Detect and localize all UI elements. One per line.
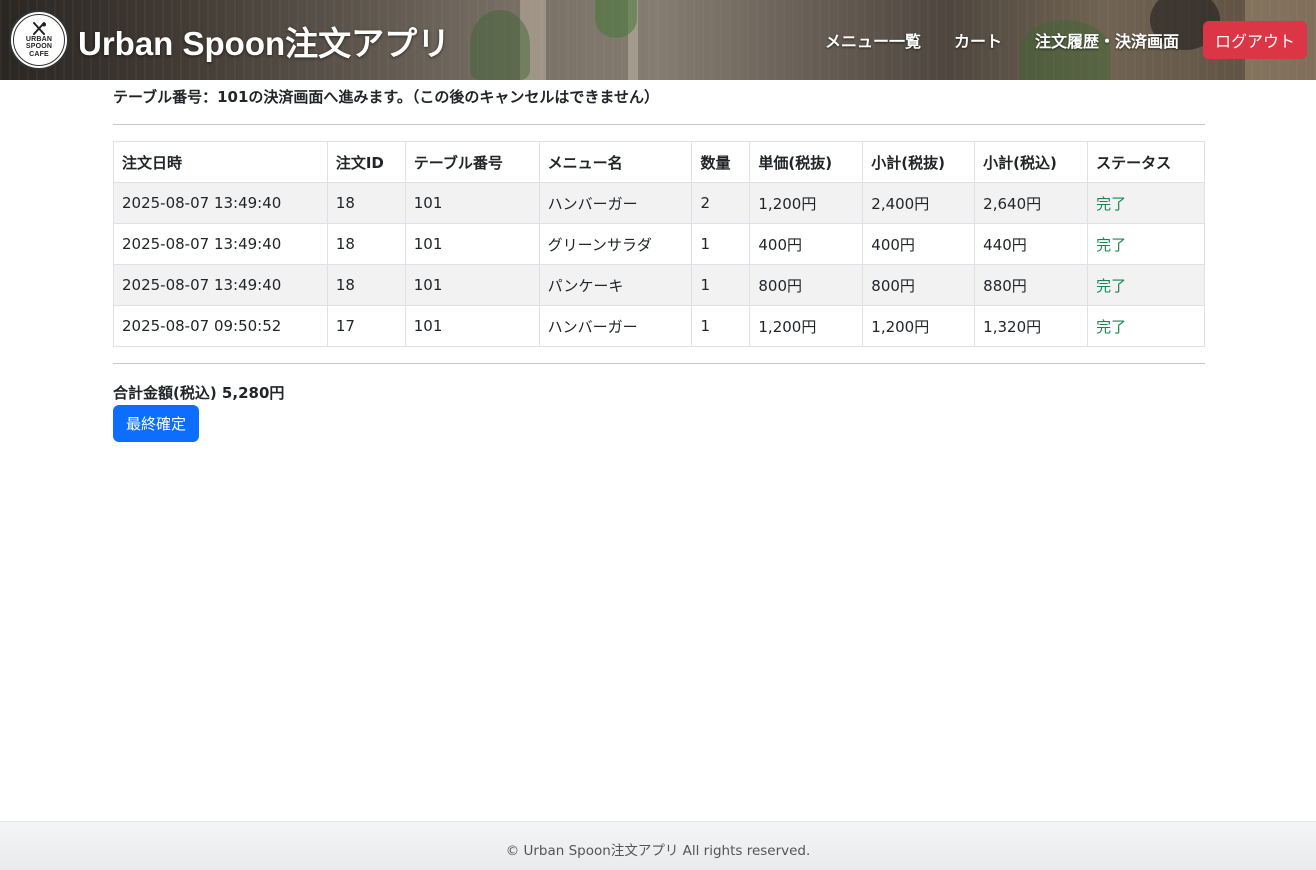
cell-subtotal-incl-tax: 2,640円 <box>974 182 1089 224</box>
column-header: ステータス <box>1087 141 1205 183</box>
total-amount: 合計金額(税込) 5,280円 <box>113 384 285 402</box>
cell-order-datetime: 2025-08-07 13:49:40 <box>113 182 328 224</box>
cell-unit-price: 1,200円 <box>749 182 864 224</box>
nav-menu: メニュー一覧 カート 注文履歴・決済画面 ログアウト <box>825 21 1307 59</box>
cell-unit-price: 800円 <box>749 264 864 306</box>
cell-menu-name: パンケーキ <box>538 264 693 306</box>
cell-menu-name: グリーンサラダ <box>538 223 693 265</box>
cell-order-id: 18 <box>326 182 406 224</box>
column-header: 小計(税抜) <box>862 141 976 183</box>
footer: © Urban Spoon注文アプリ All rights reserved. <box>0 821 1316 870</box>
cell-subtotal-excl-tax: 800円 <box>862 264 976 306</box>
column-header: 単価(税抜) <box>749 141 864 183</box>
column-header: 小計(税込) <box>974 141 1089 183</box>
cafe-logo[interactable]: URBAN SPOON CAFE <box>9 10 69 70</box>
logo-text: SPOON <box>25 43 53 51</box>
table-row: 2025-08-07 13:49:40 18 101 グリーンサラダ 1 400… <box>113 223 1205 265</box>
nav-cart[interactable]: カート <box>954 28 1002 52</box>
cell-menu-name: ハンバーガー <box>538 305 693 347</box>
cell-menu-name: ハンバーガー <box>538 182 693 224</box>
cell-order-id: 17 <box>326 305 406 347</box>
cell-table-number: 101 <box>404 223 540 265</box>
cell-subtotal-excl-tax: 400円 <box>862 223 976 265</box>
cell-subtotal-incl-tax: 880円 <box>974 264 1089 306</box>
column-header: 注文日時 <box>113 141 328 183</box>
navbar: URBAN SPOON CAFE Urban Spoon注文アプリ メニュー一覧… <box>0 0 1316 80</box>
table-row: 2025-08-07 09:50:52 17 101 ハンバーガー 1 1,20… <box>113 305 1205 347</box>
cell-table-number: 101 <box>404 182 540 224</box>
nav-order-history[interactable]: 注文履歴・決済画面 <box>1035 28 1179 52</box>
cell-status: 完了 <box>1087 305 1205 347</box>
cell-table-number: 101 <box>404 264 540 306</box>
cell-order-datetime: 2025-08-07 09:50:52 <box>113 305 328 347</box>
cell-table-number: 101 <box>404 305 540 347</box>
header-photo-plant <box>470 10 530 80</box>
cell-quantity: 1 <box>691 264 751 306</box>
logo-text: URBAN <box>25 35 53 43</box>
logo-text: CAFE <box>29 50 49 58</box>
cell-order-datetime: 2025-08-07 13:49:40 <box>113 264 328 306</box>
copyright-text: © Urban Spoon注文アプリ All rights reserved. <box>505 843 811 859</box>
cell-status: 完了 <box>1087 182 1205 224</box>
checkout-notice: テーブル番号：101の決済画面へ進みます。（この後のキャンセルはできません） <box>113 88 659 106</box>
main-content: テーブル番号：101の決済画面へ進みます。（この後のキャンセルはできません） 注… <box>113 80 1205 442</box>
cell-quantity: 1 <box>691 305 751 347</box>
cell-order-id: 18 <box>326 223 406 265</box>
column-header: テーブル番号 <box>404 141 540 183</box>
logout-button[interactable]: ログアウト <box>1202 21 1307 59</box>
cell-subtotal-excl-tax: 1,200円 <box>862 305 976 347</box>
divider <box>113 363 1205 364</box>
cell-order-datetime: 2025-08-07 13:49:40 <box>113 223 328 265</box>
cell-subtotal-incl-tax: 1,320円 <box>974 305 1089 347</box>
header-photo-plant <box>595 0 637 38</box>
cutlery-icon <box>33 21 46 35</box>
logo-ring: URBAN SPOON CAFE <box>13 14 65 66</box>
divider <box>113 124 1205 125</box>
cell-status: 完了 <box>1087 264 1205 306</box>
cell-status: 完了 <box>1087 223 1205 265</box>
order-table: 注文日時 注文ID テーブル番号 メニュー名 数量 単価(税抜) 小計(税抜) … <box>113 141 1205 347</box>
nav-menu-list[interactable]: メニュー一覧 <box>825 28 921 52</box>
column-header: メニュー名 <box>538 141 693 183</box>
cell-order-id: 18 <box>326 264 406 306</box>
table-header-row: 注文日時 注文ID テーブル番号 メニュー名 数量 単価(税抜) 小計(税抜) … <box>113 141 1205 183</box>
cell-subtotal-excl-tax: 2,400円 <box>862 182 976 224</box>
table-row: 2025-08-07 13:49:40 18 101 パンケーキ 1 800円 … <box>113 264 1205 306</box>
column-header: 注文ID <box>326 141 406 183</box>
cell-quantity: 2 <box>691 182 751 224</box>
app-title[interactable]: Urban Spoon注文アプリ <box>78 17 450 65</box>
table-row: 2025-08-07 13:49:40 18 101 ハンバーガー 2 1,20… <box>113 182 1205 224</box>
cell-subtotal-incl-tax: 440円 <box>974 223 1089 265</box>
column-header: 数量 <box>691 141 751 183</box>
final-confirm-button[interactable]: 最終確定 <box>113 405 200 442</box>
cell-unit-price: 1,200円 <box>749 305 864 347</box>
cell-quantity: 1 <box>691 223 751 265</box>
cell-unit-price: 400円 <box>749 223 864 265</box>
